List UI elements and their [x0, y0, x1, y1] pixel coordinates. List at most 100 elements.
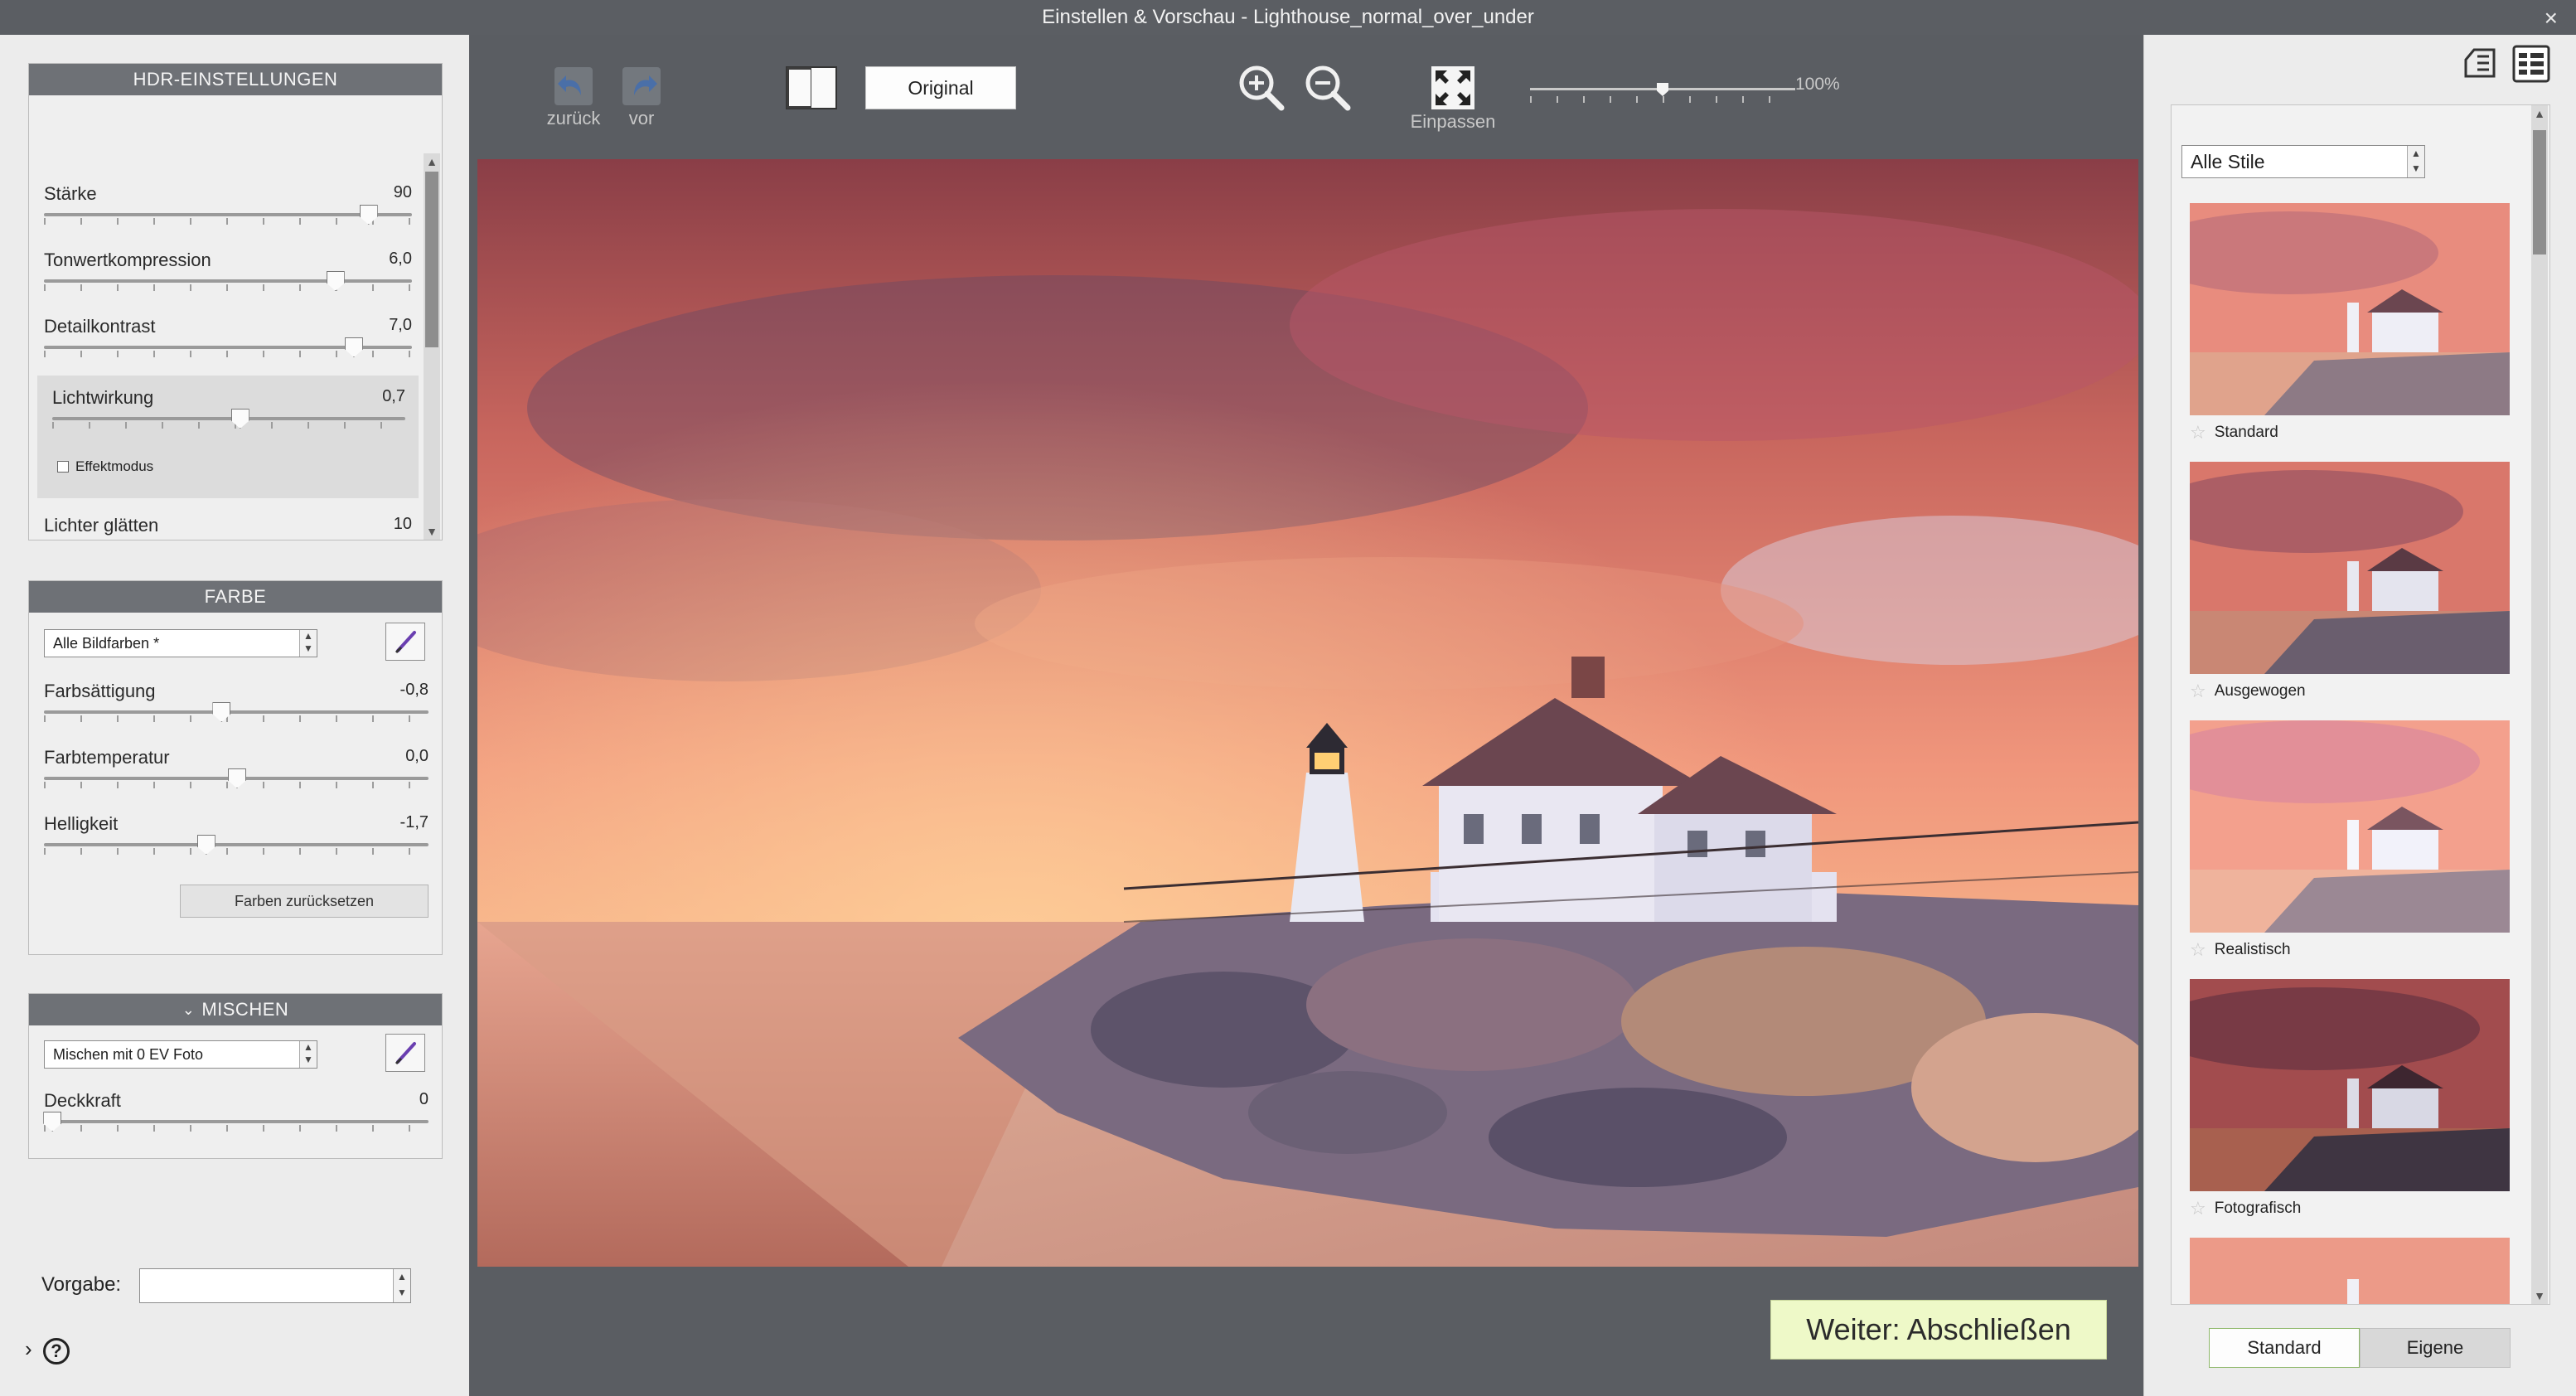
window-title: Einstellen & Vorschau - Lighthouse_norma… [1042, 6, 1534, 28]
slider-value: 90 [393, 183, 412, 201]
zoom-in-icon[interactable] [1237, 63, 1286, 113]
style-filter-value: Alle Stile [2191, 151, 2265, 172]
style-label: Standard [2214, 424, 2278, 441]
zoom-slider-ticks [1530, 96, 1795, 103]
star-icon[interactable]: ☆ [2190, 1198, 2206, 1219]
slider-label: Tonwertkompression [44, 250, 211, 270]
preview-area: zurück vor Original Einpassen 100% Weite… [469, 35, 2143, 1396]
scrollbar-thumb[interactable] [425, 172, 438, 347]
slider-track [44, 213, 412, 216]
effektmodus-label: Effektmodus [75, 458, 154, 474]
color-brush-button[interactable] [385, 623, 425, 661]
slider-lichter-glaetten[interactable]: Lichter glätten 10 [44, 515, 412, 540]
reset-colors-button[interactable]: Farben zurücksetzen [180, 885, 429, 918]
blend-select-value: Mischen mit 0 EV Foto [53, 1046, 204, 1063]
style-item-standard[interactable]: ☆ Standard [2190, 422, 2278, 444]
select-spin-icon[interactable]: ▲ ▼ [299, 1041, 317, 1068]
scroll-down-icon[interactable]: ▼ [424, 523, 440, 540]
redo-icon [622, 67, 661, 105]
select-spin-icon[interactable]: ▲ ▼ [2407, 146, 2424, 177]
fit-button[interactable]: Einpassen [1406, 65, 1500, 133]
zoom-slider-thumb[interactable] [1657, 83, 1668, 96]
scroll-up-icon[interactable]: ▲ [424, 153, 440, 170]
slider-label: Deckkraft [44, 1090, 121, 1111]
chevron-down-icon: ⌄ [182, 1001, 196, 1018]
window-titlebar: Einstellen & Vorschau - Lighthouse_norma… [0, 0, 2576, 35]
slider-track [44, 279, 412, 283]
style-thumb-next[interactable] [2190, 1238, 2510, 1304]
farbe-group: FARBE Alle Bildfarben * ▲ ▼ Farbsättigung… [28, 580, 443, 955]
slider-detailkontrast[interactable]: Detailkontrast 7,0 [44, 316, 412, 364]
slider-ticks [44, 218, 412, 225]
style-item-fotografisch[interactable]: ☆ Fotografisch [2190, 1198, 2301, 1219]
expand-chevron-icon[interactable]: › [25, 1336, 32, 1362]
redo-button[interactable]: vor [608, 65, 675, 129]
slider-label: Lichtwirkung [52, 387, 154, 408]
slider-farbtemperatur[interactable]: Farbtemperatur 0,0 [44, 747, 429, 795]
split-view-icon[interactable] [786, 66, 837, 109]
style-thumb-ausgewogen[interactable] [2190, 462, 2510, 674]
scroll-up-icon[interactable]: ▲ [2531, 105, 2548, 122]
styles-list: Alle Stile ▲ ▼ ☆ Standard ☆ Ausgewogen ☆… [2171, 104, 2550, 1305]
help-icon[interactable]: ? [43, 1338, 70, 1364]
zoom-out-icon[interactable] [1303, 63, 1353, 113]
effektmodus-checkbox-row[interactable]: Effektmodus [57, 458, 153, 475]
styles-scrollbar[interactable]: ▲ ▼ [2531, 105, 2548, 1304]
undo-button[interactable]: zurück [540, 65, 607, 129]
tag-list-icon[interactable] [2457, 43, 2499, 85]
zoom-slider[interactable] [1530, 83, 1795, 108]
color-range-select[interactable]: Alle Bildfarben * ▲ ▼ [44, 629, 317, 657]
style-item-realistisch[interactable]: ☆ Realistisch [2190, 939, 2291, 961]
slider-value: 0 [419, 1090, 429, 1108]
style-thumb-realistisch[interactable] [2190, 720, 2510, 933]
fit-label: Einpassen [1410, 111, 1496, 132]
next-finish-button[interactable]: Weiter: Abschließen [1770, 1300, 2107, 1360]
style-item-ausgewogen[interactable]: ☆ Ausgewogen [2190, 681, 2306, 702]
mischen-header[interactable]: ⌄ MISCHEN [29, 994, 442, 1025]
star-icon[interactable]: ☆ [2190, 681, 2206, 702]
slider-label: Detailkontrast [44, 316, 156, 337]
slider-ticks [52, 422, 405, 429]
slider-lichtwirkung[interactable]: Lichtwirkung 0,7 [52, 387, 405, 435]
tab-standard[interactable]: Standard [2209, 1328, 2360, 1368]
star-icon[interactable]: ☆ [2190, 422, 2206, 444]
style-thumb-standard[interactable] [2190, 203, 2510, 415]
slider-label: Farbtemperatur [44, 747, 170, 768]
slider-ticks [44, 284, 412, 291]
scroll-down-icon[interactable]: ▼ [2531, 1287, 2548, 1304]
style-label: Fotografisch [2214, 1200, 2302, 1217]
undo-icon [554, 67, 593, 105]
scrollbar-thumb[interactable] [2533, 130, 2546, 254]
blend-brush-button[interactable] [385, 1034, 425, 1072]
slider-label: Stärke [44, 183, 97, 204]
slider-staerke[interactable]: Stärke 90 [44, 183, 412, 231]
slider-tonwertkompression[interactable]: Tonwertkompression 6,0 [44, 250, 412, 298]
farbe-header: FARBE [29, 581, 442, 613]
slider-value: -0,8 [399, 681, 429, 699]
style-thumb-fotografisch[interactable] [2190, 979, 2510, 1191]
left-panel: HDR-EINSTELLUNGEN Stärke 90 Tonwertkompr… [0, 35, 470, 1396]
preset-select[interactable]: ▲ ▼ [139, 1268, 411, 1303]
color-range-value: Alle Bildfarben * [53, 635, 160, 652]
select-spin-icon[interactable]: ▲ ▼ [299, 630, 317, 657]
slider-label: Farbsättigung [44, 681, 156, 701]
slider-track [44, 843, 429, 846]
hdr-settings-group: HDR-EINSTELLUNGEN Stärke 90 Tonwertkompr… [28, 63, 443, 540]
style-label: Realistisch [2214, 941, 2291, 958]
slider-farbsaettigung[interactable]: Farbsättigung -0,8 [44, 681, 429, 729]
slider-helligkeit[interactable]: Helligkeit -1,7 [44, 813, 429, 861]
hdr-scrollbar[interactable]: ▲ ▼ [424, 153, 440, 540]
slider-ticks [44, 1125, 429, 1132]
select-spin-icon[interactable]: ▲ ▼ [393, 1269, 410, 1302]
tab-eigene[interactable]: Eigene [2360, 1328, 2511, 1368]
slider-ticks [44, 715, 429, 722]
blend-select[interactable]: Mischen mit 0 EV Foto ▲ ▼ [44, 1040, 317, 1069]
preview-image[interactable] [477, 159, 2138, 1267]
original-button[interactable]: Original [865, 66, 1016, 109]
style-filter-select[interactable]: Alle Stile ▲ ▼ [2181, 145, 2425, 178]
slider-deckkraft[interactable]: Deckkraft 0 [43, 1090, 429, 1138]
effektmodus-checkbox[interactable] [57, 461, 69, 473]
star-icon[interactable]: ☆ [2190, 939, 2206, 961]
grid-list-icon[interactable] [2511, 43, 2552, 85]
close-icon[interactable]: × [2545, 5, 2558, 32]
